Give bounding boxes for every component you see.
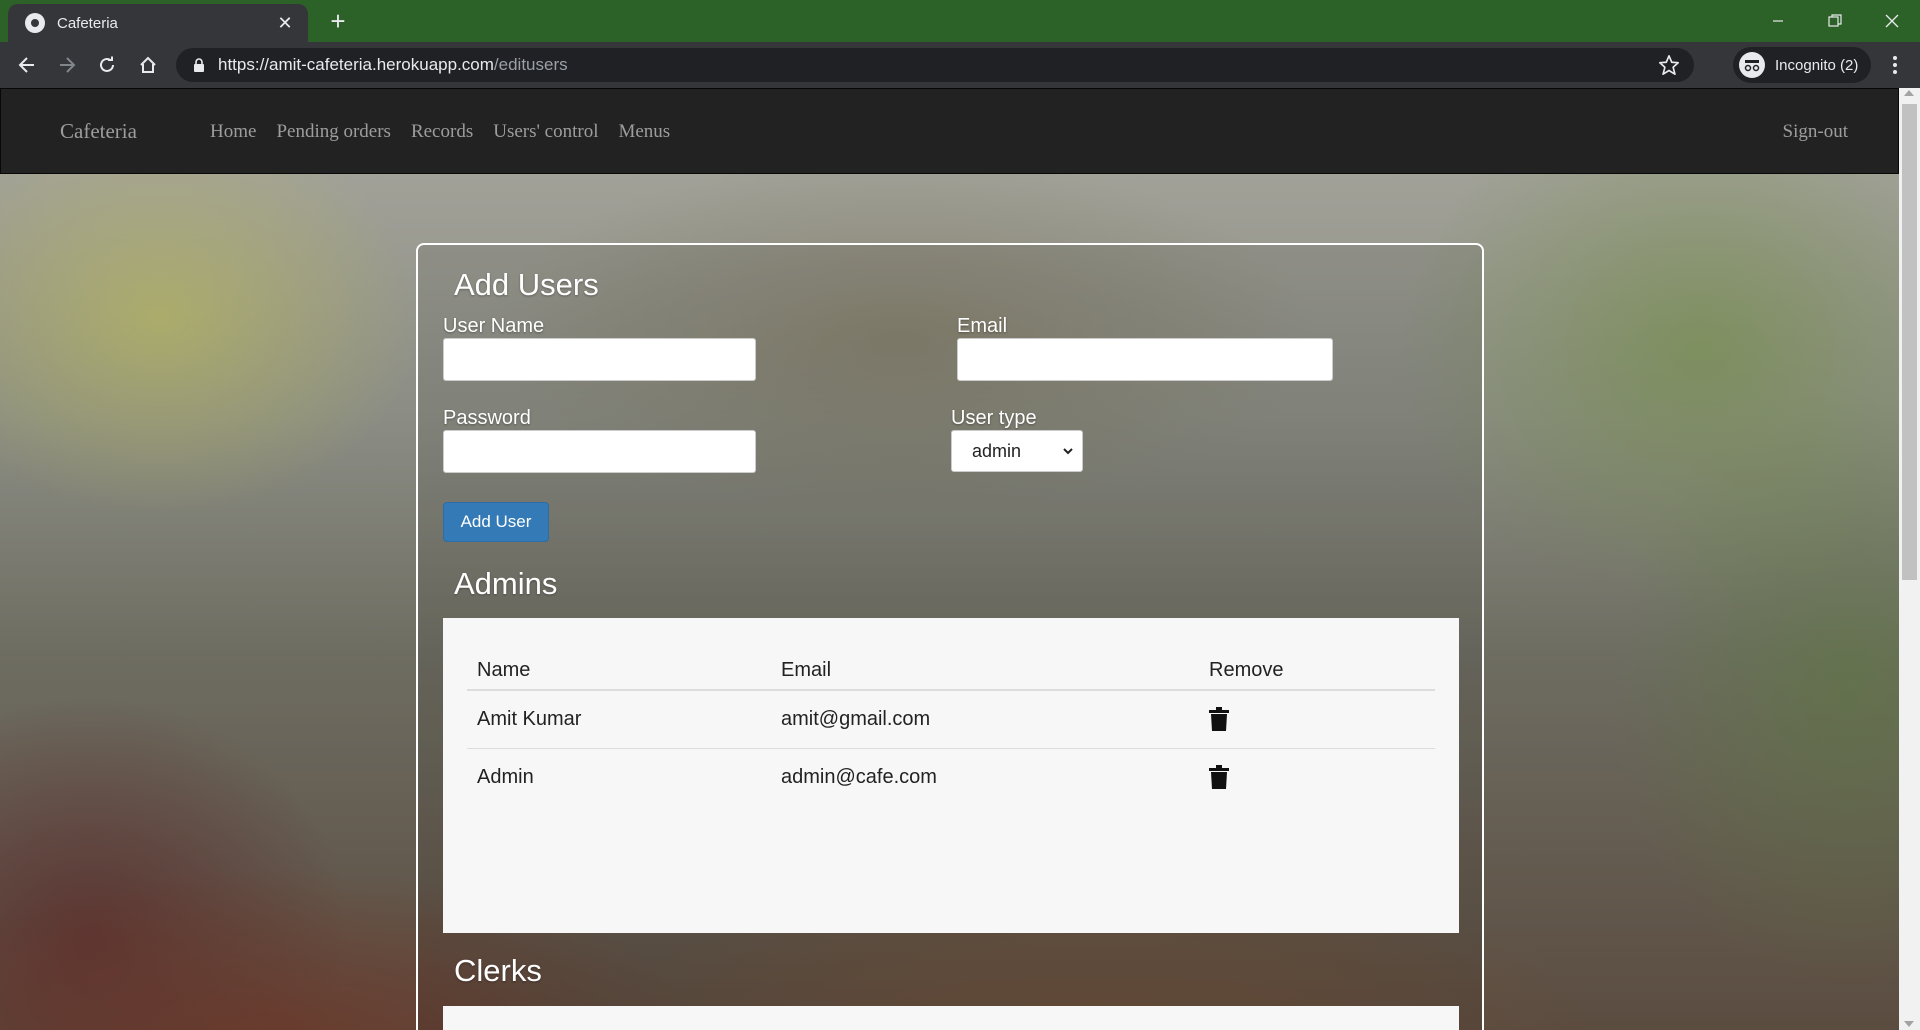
browser-menu-icon[interactable] <box>1883 52 1907 78</box>
restore-button[interactable] <box>1806 0 1863 42</box>
page-scrollbar[interactable] <box>1899 88 1920 1030</box>
site-brand[interactable]: Cafeteria <box>60 119 137 144</box>
window-controls <box>1749 0 1920 42</box>
users-panel: Add Users User Name Email Password User … <box>416 243 1484 1030</box>
username-input[interactable] <box>443 338 756 381</box>
scroll-down-arrow-icon[interactable] <box>1904 1021 1914 1027</box>
url-path: /editusers <box>493 55 568 74</box>
column-header-email: Email <box>771 652 1199 691</box>
browser-toolbar: https://amit-cafeteria.herokuapp.com/edi… <box>0 42 1920 88</box>
trash-icon[interactable] <box>1209 765 1229 790</box>
table-row: Amit Kumar amit@gmail.com <box>467 690 1435 749</box>
chevron-down-icon <box>1063 448 1073 455</box>
signout-link[interactable]: Sign-out <box>1783 121 1848 143</box>
nav-link-pending-orders[interactable]: Pending orders <box>276 121 391 143</box>
minimize-button[interactable] <box>1749 0 1806 42</box>
email-input[interactable] <box>957 338 1333 381</box>
username-label: User Name <box>443 315 545 337</box>
scrollbar-thumb[interactable] <box>1902 104 1917 580</box>
remove-cell <box>1199 748 1435 806</box>
admin-name: Admin <box>477 765 534 788</box>
lock-icon <box>192 57 206 73</box>
email-label: Email <box>957 315 1008 337</box>
reload-icon[interactable] <box>92 50 122 80</box>
site-navbar: Cafeteria Home Pending orders Records Us… <box>0 88 1899 174</box>
add-user-button[interactable]: Add User <box>443 502 549 542</box>
admins-table-container: Name Email Remove Amit Kumar amit@gmail.… <box>443 618 1459 933</box>
usertype-label: User type <box>951 407 1037 429</box>
nav-link-users-control[interactable]: Users' control <box>493 121 598 143</box>
close-tab-icon[interactable]: ✕ <box>274 12 296 34</box>
column-header-name: Name <box>467 652 771 691</box>
table-header-row: Name Email Remove <box>467 652 1435 691</box>
browser-tab-strip: Cafeteria ✕ + <box>0 0 1920 42</box>
admin-name: Amit Kumar <box>467 690 771 749</box>
incognito-label: Incognito (2) <box>1775 56 1859 74</box>
admins-table: Name Email Remove Amit Kumar amit@gmail.… <box>467 652 1435 806</box>
password-label: Password <box>443 407 531 429</box>
usertype-selected-value: admin <box>972 440 1022 461</box>
add-users-heading: Add Users <box>454 267 599 302</box>
bookmark-star-icon[interactable] <box>1658 54 1680 76</box>
admins-heading: Admins <box>454 566 558 601</box>
browser-tab[interactable]: Cafeteria ✕ <box>8 4 308 42</box>
url-text: https://amit-cafeteria.herokuapp.com/edi… <box>218 55 568 75</box>
trash-icon[interactable] <box>1209 707 1229 732</box>
admin-email: amit@gmail.com <box>771 690 1199 749</box>
password-input[interactable] <box>443 430 756 473</box>
tab-title: Cafeteria <box>57 14 118 32</box>
close-window-button[interactable] <box>1863 0 1920 42</box>
incognito-icon <box>1739 52 1765 78</box>
new-tab-button[interactable]: + <box>324 8 352 36</box>
nav-link-home[interactable]: Home <box>210 121 256 143</box>
address-bar[interactable]: https://amit-cafeteria.herokuapp.com/edi… <box>176 48 1694 82</box>
usertype-select[interactable]: admin <box>951 430 1083 472</box>
remove-cell <box>1199 690 1435 749</box>
table-row: Admin admin@cafe.com <box>467 748 1435 806</box>
column-header-remove: Remove <box>1199 652 1435 691</box>
back-icon[interactable] <box>12 50 42 80</box>
clerks-heading: Clerks <box>454 953 542 988</box>
nav-link-records[interactable]: Records <box>411 121 473 143</box>
home-icon[interactable] <box>133 50 163 80</box>
url-host: https://amit-cafeteria.herokuapp.com <box>218 55 494 74</box>
page-viewport: Cafeteria Home Pending orders Records Us… <box>0 88 1899 1030</box>
clerks-table-container <box>443 1006 1459 1030</box>
admin-email: admin@cafe.com <box>781 765 937 788</box>
nav-links: Home Pending orders Records Users' contr… <box>210 121 690 143</box>
forward-icon[interactable] <box>52 50 82 80</box>
scroll-up-arrow-icon[interactable] <box>1904 90 1914 96</box>
nav-link-menus[interactable]: Menus <box>618 121 670 143</box>
incognito-badge[interactable]: Incognito (2) <box>1733 47 1871 83</box>
globe-icon <box>25 13 45 33</box>
